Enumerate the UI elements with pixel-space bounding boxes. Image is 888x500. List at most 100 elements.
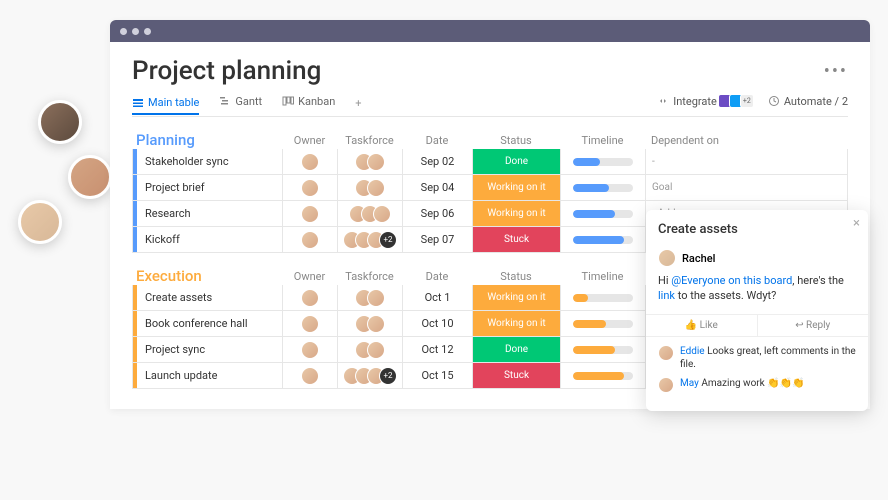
date-cell[interactable]: Oct 12	[403, 337, 473, 362]
avatar	[18, 200, 62, 244]
column-header-dependent[interactable]: Dependent on	[645, 134, 735, 147]
group-name[interactable]: Execution	[132, 267, 282, 285]
integrate-button[interactable]: Integrate +2	[657, 94, 754, 112]
item-name[interactable]: Research	[137, 201, 283, 226]
status-cell[interactable]: Stuck	[473, 363, 561, 388]
item-name[interactable]: Kickoff	[137, 227, 283, 252]
column-header-owner[interactable]: Owner	[282, 270, 337, 283]
item-name[interactable]: Project sync	[137, 337, 283, 362]
item-name[interactable]: Create assets	[137, 285, 283, 310]
window-titlebar	[110, 20, 870, 42]
timeline-cell[interactable]	[561, 227, 646, 252]
close-icon[interactable]: ×	[853, 216, 860, 231]
tab-label: Kanban	[298, 95, 335, 108]
date-cell[interactable]: Oct 15	[403, 363, 473, 388]
reply-button[interactable]: ↩ Reply	[758, 315, 869, 336]
avatar	[367, 289, 385, 307]
tab-gantt[interactable]: Gantt	[219, 95, 262, 112]
date-cell[interactable]: Oct 1	[403, 285, 473, 310]
avatar-more-count: +2	[379, 367, 397, 385]
avatar	[68, 155, 112, 199]
avatar-more-count: +2	[379, 231, 397, 249]
like-icon: 👍	[685, 320, 700, 331]
dependent-cell[interactable]: Goal	[646, 175, 736, 200]
comment-reply: Eddie Looks great, left comments in the …	[658, 345, 856, 371]
reply-author[interactable]: Eddie	[680, 346, 705, 357]
owner-cell[interactable]	[283, 175, 338, 200]
tab-main-table[interactable]: Main table	[132, 96, 199, 115]
taskforce-cell[interactable]: +2	[338, 363, 403, 388]
column-header-status[interactable]: Status	[472, 270, 560, 283]
date-cell[interactable]: Sep 07	[403, 227, 473, 252]
window-dot	[144, 28, 151, 35]
taskforce-cell[interactable]	[338, 175, 403, 200]
status-cell[interactable]: Working on it	[473, 285, 561, 310]
timeline-cell[interactable]	[561, 149, 646, 174]
column-header-status[interactable]: Status	[472, 134, 560, 147]
like-button[interactable]: 👍 Like	[646, 315, 758, 336]
timeline-cell[interactable]	[561, 285, 646, 310]
automate-button[interactable]: Automate / 2	[768, 95, 848, 112]
column-header-date[interactable]: Date	[402, 270, 472, 283]
owner-cell[interactable]	[283, 337, 338, 362]
column-header-taskforce[interactable]: Taskforce	[337, 134, 402, 147]
status-cell[interactable]: Working on it	[473, 201, 561, 226]
date-cell[interactable]: Sep 02	[403, 149, 473, 174]
item-name[interactable]: Launch update	[137, 363, 283, 388]
mention[interactable]: @Everyone on this board	[671, 274, 792, 287]
owner-cell[interactable]	[283, 311, 338, 336]
status-cell[interactable]: Done	[473, 337, 561, 362]
reply-icon: ↩	[795, 320, 806, 331]
status-cell[interactable]: Working on it	[473, 175, 561, 200]
comment-author: Rachel	[682, 252, 715, 265]
owner-cell[interactable]	[283, 227, 338, 252]
taskforce-cell[interactable]	[338, 311, 403, 336]
status-cell[interactable]: Done	[473, 149, 561, 174]
item-name[interactable]: Stakeholder sync	[137, 149, 283, 174]
column-header-timeline[interactable]: Timeline	[560, 270, 645, 283]
tab-kanban[interactable]: Kanban	[282, 95, 335, 112]
taskforce-cell[interactable]	[338, 285, 403, 310]
group-name[interactable]: Planning	[132, 131, 282, 149]
timeline-cell[interactable]	[561, 201, 646, 226]
column-header-date[interactable]: Date	[402, 134, 472, 147]
taskforce-cell[interactable]	[338, 201, 403, 226]
owner-cell[interactable]	[283, 149, 338, 174]
taskforce-cell[interactable]	[338, 337, 403, 362]
owner-cell[interactable]	[283, 363, 338, 388]
avatar	[301, 289, 319, 307]
reply-text: Amazing work 👏👏👏	[701, 378, 804, 389]
column-header-owner[interactable]: Owner	[282, 134, 337, 147]
owner-cell[interactable]	[283, 201, 338, 226]
avatar	[301, 315, 319, 333]
comment-reply: May Amazing work 👏👏👏	[658, 377, 856, 393]
table-row[interactable]: Stakeholder sync Sep 02 Done -	[132, 149, 848, 175]
item-name[interactable]: Project brief	[137, 175, 283, 200]
add-view-button[interactable]: +	[355, 97, 361, 110]
avatar	[301, 367, 319, 385]
status-cell[interactable]: Working on it	[473, 311, 561, 336]
taskforce-cell[interactable]: +2	[338, 227, 403, 252]
reply-author[interactable]: May	[680, 378, 699, 389]
board-title[interactable]: Project planning	[132, 56, 321, 86]
table-icon	[132, 97, 144, 109]
avatar	[301, 179, 319, 197]
date-cell[interactable]: Sep 04	[403, 175, 473, 200]
table-row[interactable]: Project brief Sep 04 Working on it Goal	[132, 175, 848, 201]
date-cell[interactable]: Oct 10	[403, 311, 473, 336]
link[interactable]: link	[658, 289, 675, 302]
column-header-taskforce[interactable]: Taskforce	[337, 270, 402, 283]
timeline-cell[interactable]	[561, 175, 646, 200]
owner-cell[interactable]	[283, 285, 338, 310]
item-name[interactable]: Book conference hall	[137, 311, 283, 336]
status-cell[interactable]: Stuck	[473, 227, 561, 252]
avatar	[658, 249, 676, 267]
dependent-cell[interactable]: -	[646, 149, 736, 174]
date-cell[interactable]: Sep 06	[403, 201, 473, 226]
timeline-cell[interactable]	[561, 311, 646, 336]
timeline-cell[interactable]	[561, 337, 646, 362]
more-menu-icon[interactable]: •••	[824, 61, 848, 82]
column-header-timeline[interactable]: Timeline	[560, 134, 645, 147]
timeline-cell[interactable]	[561, 363, 646, 388]
taskforce-cell[interactable]	[338, 149, 403, 174]
